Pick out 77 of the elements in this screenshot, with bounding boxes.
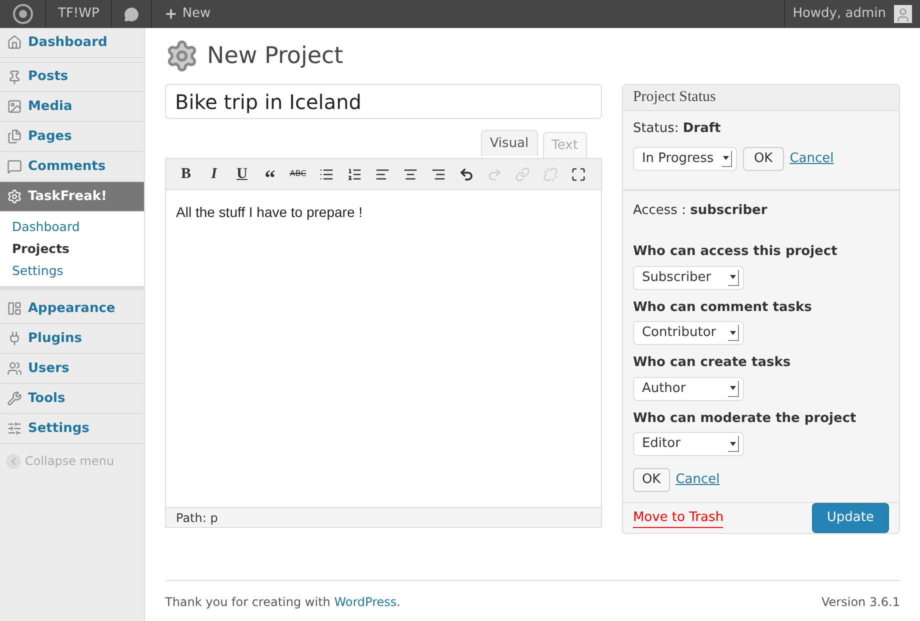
align-center-icon [402, 166, 418, 182]
permission-label: Who can access this project [632, 243, 838, 261]
plus-icon [164, 7, 178, 21]
users-icon [7, 361, 22, 376]
undo-icon [458, 166, 474, 182]
align-left-icon [374, 166, 390, 182]
role-select[interactable]: Contributor [632, 321, 744, 345]
dropdown-arrow-icon [722, 150, 732, 166]
sidebar-item[interactable]: Settings [0, 414, 144, 444]
sidebar-item[interactable]: Pages [0, 122, 144, 152]
sidebar-item[interactable]: Posts [0, 62, 144, 92]
cancel-link[interactable]: Cancel [790, 148, 834, 168]
bullets-icon [318, 166, 334, 182]
submenu-item[interactable]: Dashboard [0, 216, 144, 238]
status-text: Status: Draft [632, 120, 722, 138]
pages-icon [7, 129, 22, 144]
sidebar-item[interactable]: Tools [0, 384, 144, 414]
numbers-icon [346, 166, 362, 182]
status-select[interactable]: In Progress [632, 146, 737, 170]
sidebar-item[interactable]: Users [0, 354, 144, 384]
ok-button[interactable]: OK [742, 146, 784, 170]
path-bar: Path: p [166, 507, 601, 527]
submenu-item[interactable]: Settings [0, 260, 144, 282]
new-button[interactable]: New [152, 0, 223, 28]
sidebar-item[interactable]: TaskFreak! [0, 182, 144, 212]
dropdown-arrow-icon [728, 436, 739, 452]
gear-icon [165, 39, 199, 73]
comment-icon[interactable] [124, 6, 140, 22]
page-title: New Project [207, 42, 344, 71]
update-button[interactable]: Update [812, 503, 889, 533]
link-icon [514, 166, 530, 182]
quote-button[interactable]: “ [259, 163, 281, 185]
greeting-text[interactable]: Howdy, admin [792, 4, 886, 24]
submenu-item[interactable]: Projects [0, 238, 144, 260]
underline-button[interactable]: U [231, 163, 253, 185]
unlink-icon [542, 166, 558, 182]
house-icon [7, 35, 22, 50]
sidebar-item[interactable]: Appearance [0, 294, 144, 324]
editor-content[interactable]: All the stuff I have to prepare ! [166, 190, 601, 507]
logo-icon[interactable] [12, 4, 32, 24]
wrench-icon [7, 391, 22, 406]
sidebar-item[interactable]: Plugins [0, 324, 144, 354]
redo-icon [486, 166, 502, 182]
italic-button[interactable]: I [203, 163, 225, 185]
layout-icon [7, 301, 22, 316]
role-select[interactable]: Editor [632, 432, 744, 456]
title-field[interactable]: Bike trip in Iceland [165, 84, 602, 119]
role-select[interactable]: Subscriber [632, 266, 744, 290]
speech-bubble-icon [7, 159, 22, 174]
sliders-icon [7, 421, 22, 436]
editor-tab[interactable]: Visual [480, 130, 538, 156]
strike-button[interactable]: ABC [287, 163, 309, 185]
role-select[interactable]: Author [632, 376, 744, 400]
dropdown-arrow-icon [728, 380, 739, 396]
dropdown-arrow-icon [728, 270, 739, 286]
permission-label: Who can moderate the project [632, 410, 858, 428]
collapse-icon [6, 454, 21, 468]
access-text: Access : subscriber [632, 202, 768, 220]
fullscreen-icon [570, 166, 586, 182]
pin-icon [7, 70, 22, 84]
ok-button[interactable]: OK [632, 468, 670, 492]
gear-icon [7, 189, 22, 204]
version-text: Version 3.6.1 [822, 594, 900, 611]
plug-icon [7, 331, 22, 346]
cancel-link[interactable]: Cancel [676, 470, 720, 490]
sidebar-item[interactable]: Media [0, 92, 144, 122]
footer-text: Thank you for creating with WordPress. [165, 594, 400, 611]
wordpress-link[interactable]: WordPress [334, 595, 397, 609]
align-right-icon [430, 166, 446, 182]
bold-button[interactable]: B [175, 163, 197, 185]
image-icon [7, 99, 22, 114]
dropdown-arrow-icon [728, 325, 739, 341]
permission-label: Who can comment tasks [632, 298, 813, 316]
sidebar-item[interactable]: Dashboard [0, 28, 144, 58]
box-title: Project Status [622, 85, 899, 111]
permission-label: Who can create tasks [632, 354, 792, 372]
trash-link[interactable]: Move to Trash [632, 508, 724, 528]
